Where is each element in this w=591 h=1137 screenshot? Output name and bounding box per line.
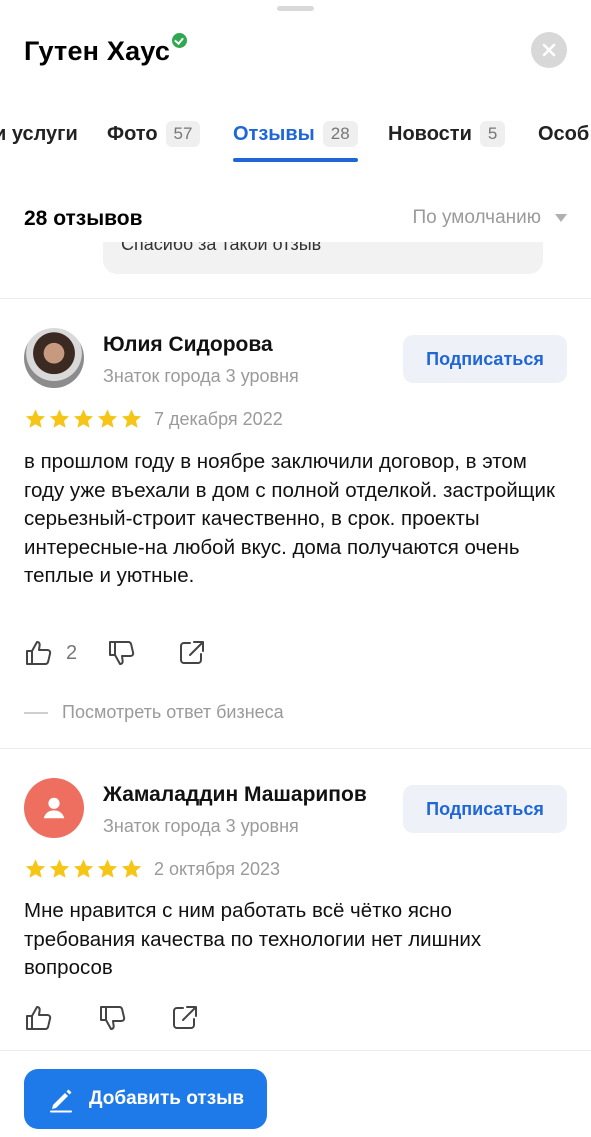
- star-icon: [49, 409, 70, 428]
- review-date: 2 октября 2023: [154, 859, 280, 879]
- tab-reviews[interactable]: Отзывы 28: [233, 118, 358, 150]
- star-icon: [25, 859, 46, 878]
- thumbs-up-icon: [26, 1006, 52, 1030]
- like-button[interactable]: [24, 1003, 54, 1033]
- tabs: и услуги Фото 57 Отзывы 28 Новости 5 Особ: [0, 118, 591, 162]
- tab-count: 28: [322, 121, 358, 147]
- subscribe-button[interactable]: Подписаться: [403, 335, 567, 383]
- star-icon: [121, 409, 142, 428]
- reviews-sortbar: 28 отзывов По умолчанию: [24, 205, 567, 235]
- tab-label: Отзывы: [233, 122, 315, 145]
- review-actions: 2: [24, 637, 207, 669]
- review-author[interactable]: Юлия Сидорова: [103, 333, 273, 357]
- thumbs-up-icon: [26, 641, 52, 665]
- star-icon: [73, 859, 94, 878]
- share-icon: [180, 641, 205, 664]
- star-icon: [25, 409, 46, 428]
- pencil-icon: [49, 1089, 72, 1113]
- avatar[interactable]: [24, 328, 84, 388]
- review-text: в прошлом году в ноябре заключили догово…: [24, 450, 555, 587]
- tab-features[interactable]: Особ: [538, 118, 589, 150]
- business-name: Гутен Хаус: [24, 36, 171, 66]
- chevron-down-icon: [555, 214, 567, 222]
- dash-divider: [24, 711, 48, 714]
- user-icon: [43, 797, 65, 819]
- divider: [0, 748, 591, 749]
- author-level: Знаток города 3 уровня: [103, 816, 299, 836]
- tab-label: Особ: [538, 122, 590, 145]
- tab-label: Новости: [388, 122, 472, 145]
- rating-stars: [24, 858, 144, 880]
- share-button[interactable]: [170, 1003, 200, 1033]
- review-text: Мне нравится с ним работать всё чётко яс…: [24, 899, 482, 979]
- header: Гутен Хаус: [24, 32, 567, 74]
- business-title: Гутен Хаус: [24, 33, 188, 68]
- tab-photos[interactable]: Фото 57: [107, 118, 201, 150]
- tab-services[interactable]: и услуги: [0, 118, 78, 150]
- sheet-grabber[interactable]: [277, 6, 314, 11]
- star-icon: [73, 409, 94, 428]
- dislike-button[interactable]: [107, 638, 137, 668]
- verified-icon: [172, 33, 188, 48]
- divider: [0, 298, 591, 299]
- review-actions: [24, 1002, 200, 1034]
- tab-count: 5: [479, 121, 506, 147]
- business-reply-label: Посмотреть ответ бизнеса: [62, 702, 284, 722]
- thumbs-down-icon: [100, 1006, 126, 1030]
- rating-stars: [24, 408, 144, 430]
- sort-dropdown[interactable]: По умолчанию: [412, 207, 567, 229]
- close-button[interactable]: [531, 32, 567, 68]
- review-date: 7 декабря 2022: [154, 409, 283, 429]
- tab-count: 57: [165, 121, 201, 147]
- divider: [0, 1050, 591, 1051]
- share-icon: [173, 1006, 197, 1029]
- subscribe-button[interactable]: Подписаться: [403, 785, 567, 833]
- close-icon: [542, 43, 556, 57]
- star-icon: [97, 859, 118, 878]
- share-button[interactable]: [177, 638, 207, 668]
- view-business-reply-link[interactable]: Посмотреть ответ бизнеса: [24, 702, 284, 723]
- add-review-button[interactable]: Добавить отзыв: [24, 1069, 267, 1129]
- review-author[interactable]: Жамаладдин Машарипов: [103, 783, 367, 807]
- dislike-button[interactable]: [98, 1003, 128, 1033]
- star-icon: [121, 859, 142, 878]
- like-button[interactable]: 2: [24, 638, 77, 668]
- reviews-count: 28 отзывов: [24, 207, 143, 230]
- add-review-label: Добавить отзыв: [88, 1088, 245, 1109]
- tab-label: Фото: [107, 122, 158, 145]
- like-count: 2: [66, 641, 78, 664]
- star-icon: [49, 859, 70, 878]
- tab-label: и услуги: [0, 122, 78, 145]
- avatar[interactable]: [24, 778, 84, 838]
- tab-news[interactable]: Новости 5: [388, 118, 506, 150]
- sort-label: По умолчанию: [412, 207, 542, 228]
- author-level: Знаток города 3 уровня: [103, 366, 299, 386]
- star-icon: [97, 409, 118, 428]
- active-tab-indicator: [233, 158, 358, 162]
- thumbs-down-icon: [109, 641, 135, 665]
